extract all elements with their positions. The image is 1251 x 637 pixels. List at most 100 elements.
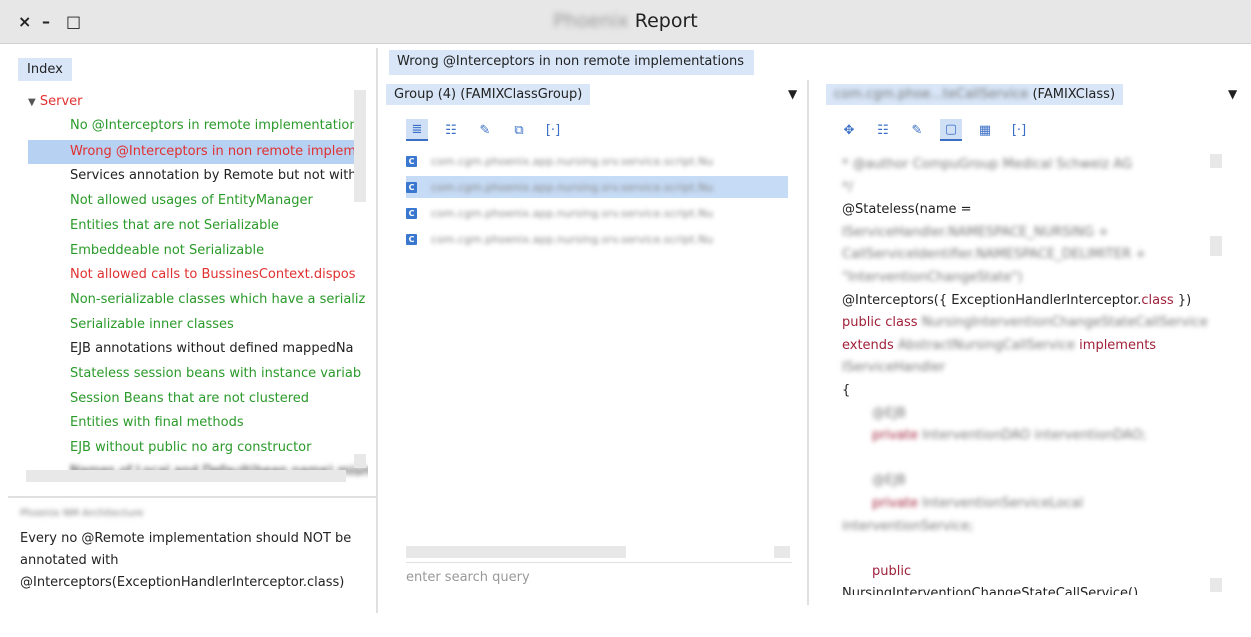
code-line: IServiceHandler.NAMESPACE_NURSING + [842,224,1109,240]
code-line: CallServiceIdentifier.NAMESPACE_DELIMITE… [842,247,1147,263]
class-label: com.cgm.phoe...teCallService (FAMIXClass… [826,84,1124,105]
code-keyword: class [1141,292,1174,308]
index-tree: ▼ Server No @Interceptors in remote impl… [8,82,368,532]
uml-icon[interactable]: ▦ [974,119,996,141]
code-keyword: implements [1079,337,1157,353]
tree-item-selected[interactable]: Wrong @Interceptors in non remote implem [28,140,358,164]
code-line: private InterventionServiceLocal [842,493,1227,516]
code-line: @Stateless(name = [842,202,972,218]
raw-icon[interactable]: [·] [1008,119,1030,141]
tree-item[interactable]: Non-serializable classes which have a se… [70,288,365,312]
code-keyword: public class [842,315,918,331]
tree-item[interactable]: Session Beans that are not clustered [70,387,309,411]
raw-icon[interactable]: [·] [542,119,564,141]
window-title-blurred: Phoenix [553,10,629,32]
code-token: @Interceptors({ ExceptionHandlerIntercep… [842,292,1142,308]
list-item[interactable]: C com.cgm.phoenix.app.nursing.srv.servic… [406,202,788,224]
class-icon: C [406,181,417,193]
code-keyword: private [872,495,918,511]
search-input[interactable]: enter search query [406,570,530,585]
tree-item[interactable]: Entities with final methods [70,411,244,435]
list-item-text: com.cgm.phoenix.app.nursing.srv.service.… [431,180,714,194]
code-line: "InterventionChangeState") [842,269,1023,285]
tree-item[interactable]: EJB annotations without defined mappedNa [70,337,354,361]
code-token: AbstractNursingCallService [893,337,1080,353]
hierarchy-icon[interactable]: ⧉ [508,119,530,141]
panel-divider[interactable] [8,496,376,498]
code-line: interventionService; [842,518,974,534]
tree-hscroll[interactable] [26,470,346,482]
code-vscroll[interactable] [1210,154,1222,168]
list-hscroll-end[interactable] [774,546,790,558]
code-keyword: extends [842,337,894,353]
code-line: { [842,382,851,398]
title-bar: × – □ Phoenix Report [0,0,1251,44]
class-icon: C [406,155,417,167]
code-token: InterventionDAO interventionDAO; [917,428,1147,444]
index-panel: Index ▼ Server No @Interceptors in remot… [8,50,376,613]
list-item[interactable]: C com.cgm.phoenix.app.nursing.srv.servic… [406,228,788,250]
tree-vscroll[interactable] [354,90,366,202]
tree-item[interactable]: Entities that are not Serializable [70,214,279,238]
class-type: (FAMIXClass) [1032,87,1116,102]
class-icon: C [406,233,417,245]
collapse-triangle-icon[interactable]: ▼ [28,97,36,108]
group-toolbar: ≣ ☷ ✎ ⧉ [·] [406,116,576,144]
window-title-text: Report [634,10,698,32]
code-line: NursingInterventionChangeStateCallServic… [842,586,1139,596]
list-item-text: com.cgm.phoenix.app.nursing.srv.service.… [431,206,714,220]
code-token: }) [1173,292,1192,308]
list-item-selected[interactable]: C com.cgm.phoenix.app.nursing.srv.servic… [406,176,788,198]
tree-item[interactable]: Stateless session beans with instance va… [70,362,361,386]
code-vscroll-end[interactable] [1210,578,1222,592]
group-panel: Group (4) (FAMIXClassGroup) ▼ ≣ ☷ ✎ ⧉ [·… [386,50,797,605]
group-label: Group (4) (FAMIXClassGroup) [386,84,591,105]
code-comment: * @author CompuGroup Medical Schweiz AG [842,157,1133,172]
tab-index[interactable]: Index [18,58,72,81]
edit-icon[interactable]: ✎ [474,119,496,141]
list-item[interactable]: C com.cgm.phoenix.app.nursing.srv.servic… [406,150,788,172]
table-view-icon[interactable]: ☷ [872,119,894,141]
tree-item[interactable]: EJB without public no arg constructor [70,436,311,460]
code-token: InterventionServiceLocal [917,495,1084,511]
code-line: public class NursingInterventionChangeSt… [842,312,1227,335]
class-toolbar: ✥ ☷ ✎ ▢ ▦ [·] [838,116,1042,144]
tree-item[interactable]: Not allowed usages of EntityManager [70,189,313,213]
code-line: @Interceptors({ ExceptionHandlerIntercep… [842,290,1227,313]
list-item-text: com.cgm.phoenix.app.nursing.srv.service.… [431,232,714,246]
tree-item[interactable]: Not allowed calls to BussinesContext.dis… [70,263,356,287]
list-hscroll[interactable] [406,546,626,558]
code-keyword: private [872,428,918,444]
code-keyword: public [872,563,912,579]
tree-vscroll-end[interactable] [354,454,366,468]
tree-item[interactable]: Services annotation by Remote but not wi… [70,164,357,188]
edit-icon[interactable]: ✎ [906,119,928,141]
table-view-icon[interactable]: ☷ [440,119,462,141]
tree-item[interactable]: No @Interceptors in remote implementatio… [70,114,358,138]
move-icon[interactable]: ✥ [838,119,860,141]
source-panel: com.cgm.phoe...teCallService (FAMIXClass… [818,50,1243,605]
tree-item[interactable]: Serializable inner classes [70,313,234,337]
list-view-icon[interactable]: ≣ [406,119,428,141]
left-splitter[interactable] [376,48,378,613]
source-code: * @author CompuGroup Medical Schweiz AG … [842,154,1227,595]
code-vscroll[interactable] [1210,236,1222,256]
code-line: extends AbstractNursingCallService imple… [842,335,1227,358]
code-comment: */ [842,179,853,195]
group-header[interactable]: Group (4) (FAMIXClassGroup) ▼ [386,84,806,106]
code-line: @EJB [872,405,906,421]
code-token: NursingInterventionChangeStateCallServic… [917,315,1208,331]
dropdown-arrow-icon[interactable]: ▼ [788,87,797,101]
tree-root-server[interactable]: ▼ Server [28,94,82,109]
window-title: Phoenix Report [0,10,1251,32]
dropdown-arrow-icon[interactable]: ▼ [1228,87,1237,101]
middle-splitter[interactable] [807,80,809,605]
tree-item[interactable]: Embeddeable not Serializable [70,239,264,263]
source-view-icon[interactable]: ▢ [940,119,962,141]
code-line: @EJB [872,473,906,489]
class-header[interactable]: com.cgm.phoe...teCallService (FAMIXClass… [826,84,1246,106]
code-line: private InterventionDAO interventionDAO; [842,425,1227,448]
description-text: Every no @Remote implementation should N… [20,531,352,590]
